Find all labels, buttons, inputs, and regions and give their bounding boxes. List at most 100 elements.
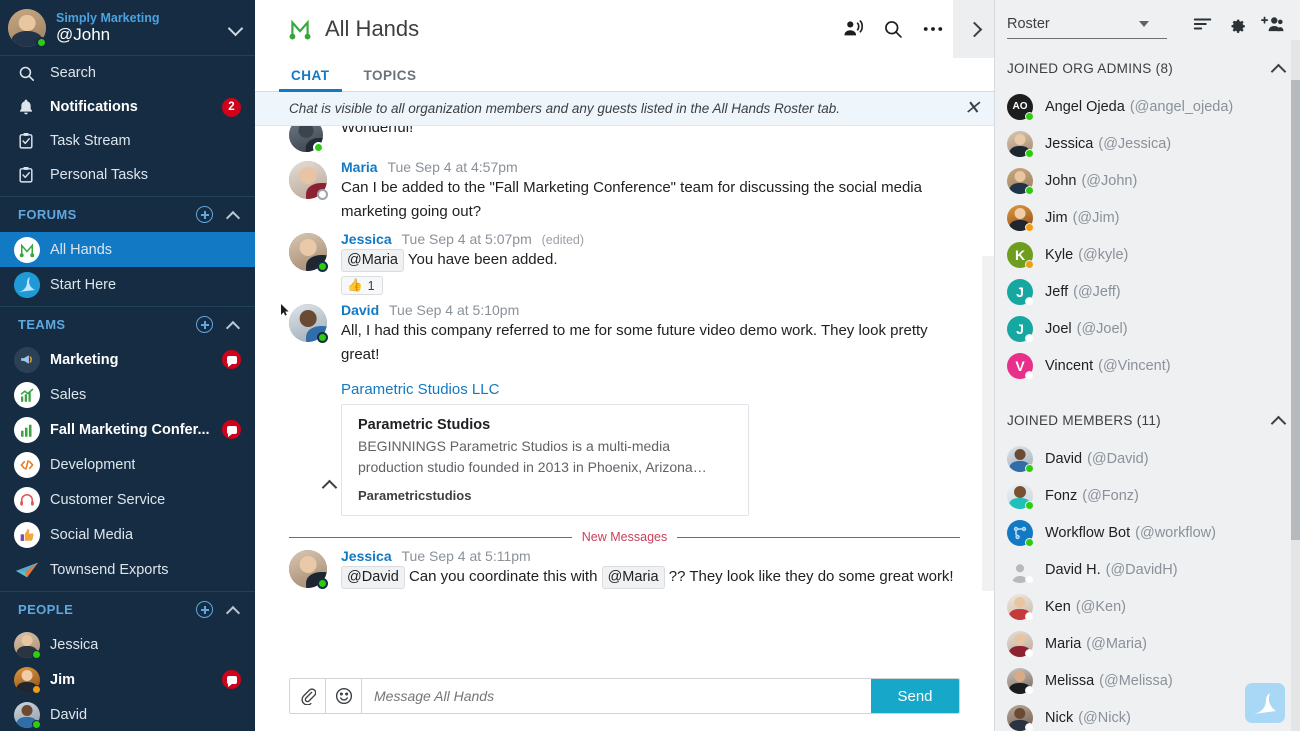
- sidebar-item-all-hands[interactable]: All Hands: [0, 232, 255, 267]
- roster-scrollbar-thumb[interactable]: [1291, 80, 1300, 540]
- sidebar-item-label: David: [50, 707, 87, 723]
- sidebar-item-task-stream[interactable]: Task Stream: [0, 124, 255, 158]
- add-people-icon[interactable]: [1261, 15, 1284, 33]
- link-url-label[interactable]: Parametric Studios LLC: [341, 381, 960, 398]
- chat-scrollbar-track[interactable]: [982, 256, 994, 591]
- roster-member-row[interactable]: Ken (@Ken): [995, 588, 1300, 625]
- roster-member-row[interactable]: J Joel (@Joel): [995, 310, 1300, 347]
- sidebar-item-fall-marketing-conference[interactable]: Fall Marketing Confer...: [0, 412, 255, 447]
- status-indicator: [32, 720, 41, 729]
- chevron-down-icon[interactable]: [227, 19, 245, 37]
- chevron-up-icon[interactable]: [225, 602, 241, 618]
- sidebar-item-marketing[interactable]: Marketing: [0, 342, 255, 377]
- status-indicator: [1025, 371, 1034, 380]
- chevron-up-icon[interactable]: [1270, 60, 1286, 76]
- status-indicator: [1025, 723, 1034, 731]
- sidebar-item-search[interactable]: Search: [0, 56, 255, 90]
- paperclip-icon[interactable]: [290, 679, 326, 713]
- member-name: Kyle: [1045, 247, 1073, 263]
- sidebar-item-notifications[interactable]: Notifications 2: [0, 90, 255, 124]
- sidebar-item-start-here[interactable]: Start Here: [0, 267, 255, 302]
- expand-panel-button[interactable]: [953, 0, 994, 58]
- avatar: [289, 126, 323, 152]
- avatar: [14, 667, 40, 693]
- member-name: Fonz: [1045, 488, 1077, 504]
- reaction-badge[interactable]: 👍 1: [341, 276, 383, 295]
- message-author[interactable]: Jessica: [341, 548, 392, 564]
- sidebar-item-customer-service[interactable]: Customer Service: [0, 482, 255, 517]
- roster-member-row[interactable]: David (@David): [995, 440, 1300, 477]
- more-options-icon[interactable]: [913, 9, 953, 49]
- message-author[interactable]: David: [341, 302, 379, 318]
- member-name: Joel: [1045, 321, 1072, 337]
- roster-member-row[interactable]: Jim (@Jim): [995, 199, 1300, 236]
- message-body-text: Can you coordinate this with: [409, 568, 597, 585]
- roster-member-row[interactable]: AO Angel Ojeda (@angel_ojeda): [995, 88, 1300, 125]
- roster-member-row[interactable]: Maria (@Maria): [995, 625, 1300, 662]
- avatar: [289, 304, 327, 342]
- message-timestamp: Tue Sep 4 at 4:57pm: [387, 159, 517, 175]
- sidebar-item-development[interactable]: Development: [0, 447, 255, 482]
- emoji-icon[interactable]: [326, 679, 362, 713]
- roster-member-row[interactable]: Workflow Bot (@workflow): [995, 514, 1300, 551]
- roster-member-row[interactable]: John (@John): [995, 162, 1300, 199]
- caret-down-icon: [1139, 21, 1149, 27]
- roster-member-row[interactable]: J Jeff (@Jeff): [995, 273, 1300, 310]
- member-handle: (@Jeff): [1073, 284, 1121, 300]
- sidebar-item-social-media[interactable]: Social Media: [0, 517, 255, 552]
- status-indicator: [1025, 649, 1034, 658]
- section-joined-org-admins: JOINED ORG ADMINS (8): [995, 48, 1300, 88]
- chevron-up-icon: [322, 478, 336, 492]
- chat-panel: All Hands: [255, 0, 995, 731]
- add-team-icon[interactable]: [196, 316, 213, 333]
- sidebar-item-label: Social Media: [50, 527, 133, 543]
- roster-member-row[interactable]: V Vincent (@Vincent): [995, 347, 1300, 384]
- roster-member-row[interactable]: Fonz (@Fonz): [995, 477, 1300, 514]
- status-indicator: [1025, 575, 1034, 584]
- roster-member-row[interactable]: David H. (@DavidH): [995, 551, 1300, 588]
- sidebar-item-personal-tasks[interactable]: Personal Tasks: [0, 158, 255, 192]
- sidebar-item-sales[interactable]: Sales: [0, 377, 255, 412]
- roster-panel: Roster: [995, 0, 1300, 731]
- profile-header[interactable]: Simply Marketing @John: [0, 0, 255, 56]
- sidebar-item-jessica[interactable]: Jessica: [0, 627, 255, 662]
- mouse-cursor: [281, 304, 289, 316]
- sidebar-item-jim[interactable]: Jim: [0, 662, 255, 697]
- add-forum-icon[interactable]: [196, 206, 213, 223]
- message-author[interactable]: Jessica: [341, 231, 392, 247]
- chevron-up-icon[interactable]: [225, 207, 241, 223]
- avatar: [1007, 205, 1033, 231]
- roster-scrollbar-track[interactable]: [1291, 40, 1300, 731]
- send-button[interactable]: Send: [871, 679, 959, 713]
- link-preview-card[interactable]: Parametric Studios BEGINNINGS Parametric…: [341, 404, 749, 516]
- add-person-icon[interactable]: [196, 601, 213, 618]
- mention-pill[interactable]: @David: [341, 566, 405, 589]
- roster-select[interactable]: Roster: [1007, 9, 1167, 39]
- status-indicator: [317, 578, 328, 589]
- chevron-up-icon[interactable]: [225, 317, 241, 333]
- roster-member-row[interactable]: K Kyle (@kyle): [995, 236, 1300, 273]
- mention-pill[interactable]: @Maria: [341, 249, 404, 272]
- link-preview-wrapper: Parametric Studios BEGINNINGS Parametric…: [317, 404, 960, 516]
- message-text: All, I had this company referred to me f…: [341, 319, 960, 367]
- message-timestamp: Tue Sep 4 at 5:10pm: [389, 302, 519, 318]
- tab-topics[interactable]: TOPICS: [360, 68, 421, 91]
- collapse-card-button[interactable]: [317, 478, 341, 516]
- message-author[interactable]: Maria: [341, 159, 378, 175]
- member-handle: (@workflow): [1135, 525, 1216, 541]
- sidebar-item-townsend-exports[interactable]: Townsend Exports: [0, 552, 255, 587]
- search-icon[interactable]: [873, 9, 913, 49]
- message-composer: Send: [255, 661, 994, 731]
- announce-icon[interactable]: [833, 9, 873, 49]
- chevron-up-icon[interactable]: [1270, 412, 1286, 428]
- sidebar-item-david[interactable]: David: [0, 697, 255, 731]
- tab-chat[interactable]: CHAT: [287, 68, 334, 91]
- gear-icon[interactable]: [1227, 14, 1247, 34]
- mention-pill[interactable]: @Maria: [602, 566, 665, 589]
- close-icon[interactable]: ✕: [964, 99, 980, 118]
- avatar: [14, 632, 40, 658]
- message-input[interactable]: [362, 679, 871, 713]
- message-tail-text: ?? They look like they do some great wor…: [669, 568, 954, 585]
- sort-icon[interactable]: [1193, 16, 1213, 32]
- roster-member-row[interactable]: Jessica (@Jessica): [995, 125, 1300, 162]
